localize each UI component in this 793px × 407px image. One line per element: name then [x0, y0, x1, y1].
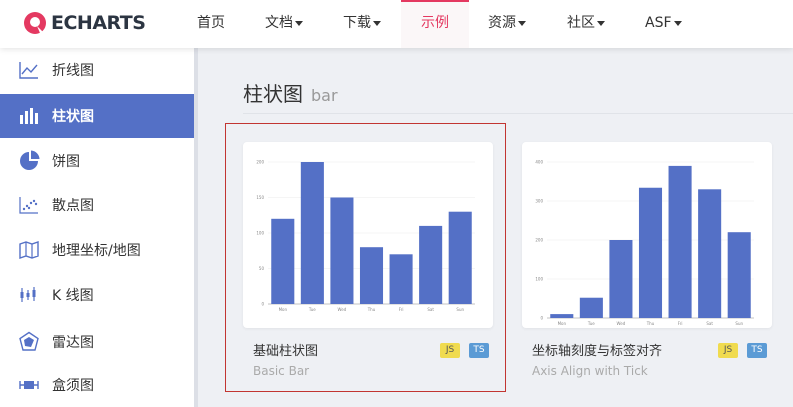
y-tick-label: 100 — [535, 277, 543, 282]
x-tick-label: Fri — [678, 321, 683, 326]
page-title: 柱状图 bar — [243, 82, 338, 106]
brand-name: ECHARTS — [51, 12, 146, 34]
x-tick-label: Wed — [338, 307, 347, 312]
bar — [419, 225, 443, 304]
sidebar-item-pie[interactable]: 饼图 — [0, 139, 194, 183]
nav-asf[interactable]: ASF — [645, 0, 682, 48]
sidebar-item-bar[interactable]: 柱状图 — [0, 94, 194, 138]
x-tick-label: Sun — [456, 307, 464, 312]
x-tick-label: Sat — [427, 307, 434, 312]
bar — [550, 314, 574, 318]
sidebar-item-label: 雷达图 — [52, 335, 94, 351]
card-title[interactable]: 坐标轴刻度与标签对齐 — [532, 340, 662, 359]
x-tick-label: Tue — [308, 307, 316, 312]
axis-align-bar-chart: 0 100 200 300 400 Mon Tue Wed Thu Fri Sat Sun — [535, 160, 754, 326]
bar — [271, 218, 295, 304]
x-tick-label: Mon — [558, 321, 567, 326]
card-subtitle: Basic Bar — [253, 364, 310, 378]
chevron-down-icon — [597, 20, 605, 26]
page-subtitle: bar — [311, 86, 338, 105]
bar — [609, 240, 633, 318]
sidebar-item-label: 折线图 — [52, 63, 94, 79]
y-tick-label: 400 — [535, 160, 543, 165]
sidebar-item-label: 散点图 — [52, 198, 94, 214]
bar — [448, 211, 472, 304]
x-tick-label: Sun — [735, 321, 743, 326]
bar — [300, 162, 324, 304]
card-title[interactable]: 基础柱状图 — [253, 340, 318, 359]
y-tick-label: 0 — [540, 316, 543, 321]
bar — [389, 254, 413, 304]
sidebar-item-boxplot[interactable]: 盒须图 — [0, 363, 194, 407]
x-tick-label: Thu — [367, 307, 376, 312]
echarts-logo[interactable]: ECHARTS — [22, 10, 146, 36]
top-navigation: ECHARTS 首页 文档 下载 示例 资源 社区 ASF — [0, 0, 793, 48]
sidebar-divider — [194, 48, 198, 407]
nav-community[interactable]: 社区 — [567, 0, 605, 48]
js-badge[interactable]: JS — [718, 343, 738, 358]
bar — [668, 165, 692, 318]
boxplot-icon — [18, 374, 40, 396]
sidebar-item-map[interactable]: 地理坐标/地图 — [0, 228, 194, 272]
chevron-down-icon — [673, 20, 682, 26]
radar-chart-icon — [18, 331, 40, 353]
nav-home[interactable]: 首页 — [197, 0, 225, 48]
x-tick-label: Sat — [706, 321, 713, 326]
y-tick-label: 150 — [256, 195, 264, 200]
bar — [330, 197, 354, 304]
x-tick-label: Fri — [399, 307, 404, 312]
nav-docs[interactable]: 文档 — [265, 0, 303, 48]
sidebar-item-candlestick[interactable]: K 线图 — [0, 273, 194, 317]
sidebar-item-scatter[interactable]: 散点图 — [0, 183, 194, 227]
map-icon — [18, 239, 40, 261]
sidebar: 折线图 柱状图 饼图 散点图 地理坐标/地图 K 线图 雷达图 盒须图 — [0, 48, 194, 407]
chevron-down-icon — [295, 20, 303, 26]
sidebar-item-label: K 线图 — [52, 288, 94, 304]
bar — [359, 247, 384, 304]
chart-thumbnail-axis-align[interactable]: 0 100 200 300 400 Mon Tue Wed Thu Fri Sat Sun — [522, 142, 772, 328]
bar — [638, 187, 663, 318]
sidebar-item-line[interactable]: 折线图 — [0, 48, 194, 92]
candlestick-icon — [18, 284, 40, 306]
ts-badge[interactable]: TS — [747, 343, 767, 358]
chart-thumbnail-basic-bar[interactable]: 0 50 100 150 200 Mon Tue Wed Thu Fri Sat Sun — [243, 142, 493, 328]
y-tick-label: 0 — [261, 302, 264, 307]
pie-chart-icon — [18, 150, 40, 172]
sidebar-item-label: 地理坐标/地图 — [52, 243, 141, 259]
y-tick-label: 200 — [256, 160, 264, 165]
bar — [698, 189, 722, 318]
echarts-logo-icon — [24, 12, 46, 34]
card-subtitle: Axis Align with Tick — [532, 364, 648, 378]
line-chart-icon — [18, 59, 40, 81]
sidebar-item-label: 盒须图 — [52, 378, 94, 394]
y-tick-label: 50 — [259, 266, 265, 271]
chevron-down-icon — [373, 20, 381, 26]
nav-download[interactable]: 下载 — [343, 0, 381, 48]
x-tick-label: Wed — [617, 321, 626, 326]
chevron-down-icon — [518, 20, 526, 26]
bar — [579, 297, 603, 318]
scatter-chart-icon — [18, 194, 40, 216]
main-content: 柱状图 bar 0 50 100 150 200 Mon Tue Wed Thu Fri Sat Sun… — [198, 48, 793, 407]
x-tick-label: Thu — [646, 321, 655, 326]
sidebar-item-label: 柱状图 — [52, 109, 94, 125]
x-tick-label: Tue — [587, 321, 595, 326]
nav-resources[interactable]: 资源 — [488, 0, 526, 48]
bar — [727, 232, 751, 318]
sidebar-item-label: 饼图 — [52, 154, 80, 170]
y-tick-label: 100 — [256, 231, 264, 236]
js-badge[interactable]: JS — [440, 343, 460, 358]
sidebar-item-radar[interactable]: 雷达图 — [0, 320, 194, 364]
title-rule — [243, 113, 793, 114]
x-tick-label: Mon — [279, 307, 288, 312]
ts-badge[interactable]: TS — [469, 343, 489, 358]
y-tick-label: 200 — [535, 238, 543, 243]
basic-bar-chart: 0 50 100 150 200 Mon Tue Wed Thu Fri Sat Sun — [256, 160, 475, 312]
y-tick-label: 300 — [535, 199, 543, 204]
bar-chart-icon — [18, 105, 40, 127]
nav-examples[interactable]: 示例 — [401, 0, 469, 48]
